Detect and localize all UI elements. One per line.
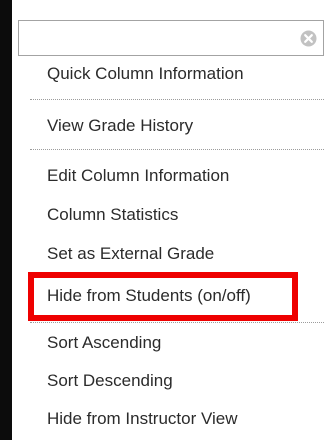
- close-icon[interactable]: [300, 30, 317, 47]
- menu-divider: [30, 149, 324, 150]
- highlight-annotation-box: [28, 272, 298, 321]
- menu-item-hide-from-instructor-view[interactable]: Hide from Instructor View: [18, 401, 324, 437]
- menu-item-sort-descending[interactable]: Sort Descending: [18, 363, 324, 399]
- menu-divider: [30, 322, 324, 323]
- menu-divider: [30, 99, 324, 100]
- menu-header: [18, 20, 324, 56]
- column-context-menu: Quick Column Information View Grade Hist…: [12, 0, 324, 440]
- menu-item-sort-ascending[interactable]: Sort Ascending: [18, 325, 324, 361]
- menu-item-column-statistics[interactable]: Column Statistics: [18, 197, 324, 233]
- left-panel-edge: [0, 0, 12, 440]
- menu-item-set-as-external-grade[interactable]: Set as External Grade: [18, 236, 324, 272]
- menu-item-edit-column-information[interactable]: Edit Column Information: [18, 158, 324, 194]
- menu-item-quick-column-information[interactable]: Quick Column Information: [18, 56, 324, 92]
- menu-item-view-grade-history[interactable]: View Grade History: [18, 108, 324, 144]
